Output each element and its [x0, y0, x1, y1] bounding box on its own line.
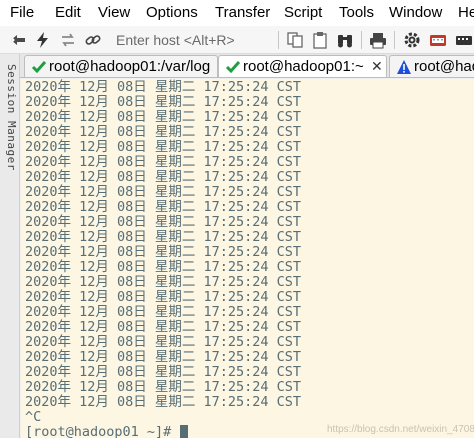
link-icon[interactable] — [83, 30, 103, 50]
terminal-line: 2020年 12月 08日 星期二 17:25:24 CST — [25, 349, 302, 365]
toolbar-separator — [278, 31, 279, 49]
menu-transfer[interactable]: Transfer — [215, 4, 270, 21]
terminal-line: 2020年 12月 08日 星期二 17:25:24 CST — [25, 334, 302, 350]
menu-edit[interactable]: Edit — [55, 4, 81, 21]
terminal-line: 2020年 12月 08日 星期二 17:25:24 CST — [25, 304, 302, 320]
reconnect-icon[interactable] — [58, 30, 78, 50]
print-icon[interactable] — [368, 30, 388, 50]
terminal-line: 2020年 12月 08日 星期二 17:25:24 CST — [25, 394, 302, 410]
terminal-line: 2020年 12月 08日 星期二 17:25:24 CST — [25, 79, 302, 95]
menu-bar: File Edit View Options Transfer Script T… — [0, 0, 474, 26]
menu-file[interactable]: File — [10, 4, 34, 21]
watermark: https://blog.csdn.net/weixin_47088172 — [327, 424, 474, 435]
tab-root-var-log[interactable]: root@hadoop01:/var/log — [24, 55, 218, 77]
key-icon[interactable] — [454, 30, 474, 50]
session-manager-panel[interactable]: Session Manager — [0, 54, 20, 438]
toolbar-separator — [394, 31, 395, 49]
menu-view[interactable]: View — [98, 4, 130, 21]
terminal-line: 2020年 12月 08日 星期二 17:25:24 CST — [25, 364, 302, 380]
tab-label: root@hadoop01:/var/log — [49, 58, 211, 75]
shell-prompt-line[interactable]: [root@hadoop01 ~]# — [25, 424, 189, 438]
find-icon[interactable] — [335, 30, 355, 50]
tab-root-hadoop01[interactable]: root@hadoop01 — [389, 55, 474, 77]
terminal-line: 2020年 12月 08日 星期二 17:25:24 CST — [25, 124, 302, 140]
terminal-line: ^C — [25, 409, 42, 425]
terminal-line: 2020年 12月 08日 星期二 17:25:24 CST — [25, 139, 302, 155]
close-icon[interactable]: ✕ — [371, 58, 383, 75]
terminal-line: 2020年 12月 08日 星期二 17:25:24 CST — [25, 109, 302, 125]
keymap-icon[interactable] — [428, 30, 448, 50]
terminal-line: 2020年 12月 08日 星期二 17:25:24 CST — [25, 379, 302, 395]
paste-icon[interactable] — [310, 30, 330, 50]
text-cursor — [180, 425, 189, 438]
terminal-line: 2020年 12月 08日 星期二 17:25:24 CST — [25, 289, 302, 305]
terminal-line: 2020年 12月 08日 星期二 17:25:24 CST — [25, 244, 302, 260]
toolbar-separator — [361, 31, 362, 49]
shell-prompt: [root@hadoop01 ~]# — [25, 424, 180, 438]
terminal-line: 2020年 12月 08日 星期二 17:25:24 CST — [25, 229, 302, 245]
toolbar — [0, 26, 474, 54]
terminal-line: 2020年 12月 08日 星期二 17:25:24 CST — [25, 274, 302, 290]
terminal-line: 2020年 12月 08日 星期二 17:25:24 CST — [25, 154, 302, 170]
menu-options[interactable]: Options — [146, 4, 198, 21]
tab-root-home[interactable]: root@hadoop01:~ ✕ — [218, 55, 387, 77]
check-icon — [225, 61, 241, 74]
copy-icon[interactable] — [285, 30, 305, 50]
terminal-line: 2020年 12月 08日 星期二 17:25:24 CST — [25, 259, 302, 275]
menu-window[interactable]: Window — [389, 4, 442, 21]
connect-icon[interactable] — [8, 30, 28, 50]
check-icon — [31, 61, 47, 74]
menu-script[interactable]: Script — [284, 4, 322, 21]
settings-icon[interactable] — [402, 30, 422, 50]
terminal-line: 2020年 12月 08日 星期二 17:25:24 CST — [25, 184, 302, 200]
terminal-line: 2020年 12月 08日 星期二 17:25:24 CST — [25, 319, 302, 335]
terminal-line: 2020年 12月 08日 星期二 17:25:24 CST — [25, 169, 302, 185]
host-input[interactable] — [110, 29, 270, 51]
terminal-output[interactable]: 2020年 12月 08日 星期二 17:25:24 CST 2020年 12月 … — [21, 79, 474, 438]
session-manager-label[interactable]: Session Manager — [2, 64, 18, 171]
tab-label: root@hadoop01:~ — [243, 58, 364, 75]
tab-label: root@hadoop01 — [414, 58, 474, 75]
terminal-line: 2020年 12月 08日 星期二 17:25:24 CST — [25, 94, 302, 110]
lightning-icon[interactable] — [33, 30, 53, 50]
menu-tools[interactable]: Tools — [339, 4, 374, 21]
terminal-line: 2020年 12月 08日 星期二 17:25:24 CST — [25, 214, 302, 230]
terminal-line: 2020年 12月 08日 星期二 17:25:24 CST — [25, 199, 302, 215]
session-tab-bar: root@hadoop01:/var/log root@hadoop01:~ ✕… — [20, 54, 474, 78]
warning-icon — [397, 60, 411, 74]
menu-help[interactable]: He — [458, 4, 474, 21]
